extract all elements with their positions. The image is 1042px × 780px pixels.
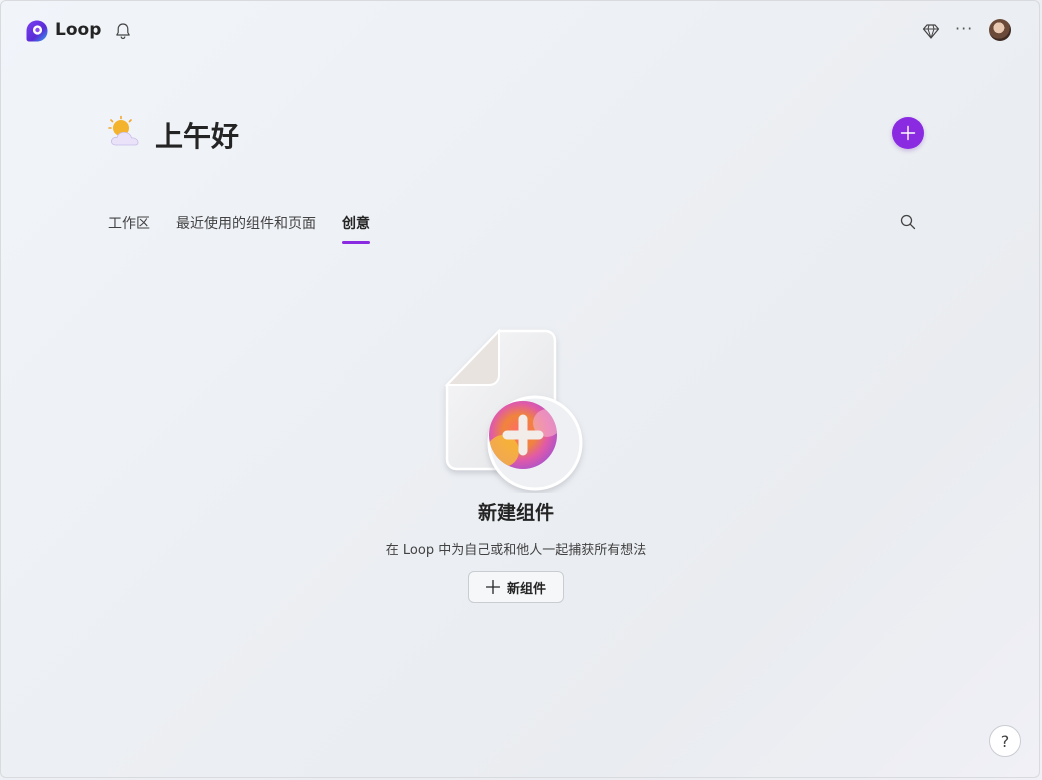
greeting-title: 上午好 [155,120,240,153]
plus-icon [485,580,500,594]
help-button[interactable]: ? [989,725,1021,757]
plus-icon [900,125,916,141]
app-name: Loop [55,20,102,40]
loop-logo-icon[interactable] [25,19,49,43]
partly-cloudy-icon [108,115,139,146]
bell-icon[interactable] [113,21,133,41]
new-component-label: 新组件 [506,581,546,597]
app-window: Loop ··· 上午好 工作区 最近使用的组件和页面 创意 新建组件 在 Lo… [0,0,1040,778]
empty-state-title: 新建组件 [477,502,554,524]
tab-workspaces[interactable]: 工作区 [108,213,150,233]
active-tab-indicator [342,241,370,244]
more-icon[interactable]: ··· [955,19,975,39]
add-button[interactable] [892,117,924,149]
tab-ideas[interactable]: 创意 [342,213,370,233]
new-component-button[interactable]: 新组件 [468,571,564,603]
avatar[interactable] [989,19,1011,41]
empty-state-description: 在 Loop 中为自己或和他人一起捕获所有想法 [385,543,647,558]
new-component-illustration [444,328,583,491]
diamond-icon[interactable] [921,21,941,41]
tab-recent[interactable]: 最近使用的组件和页面 [176,213,316,233]
search-icon[interactable] [899,213,917,231]
